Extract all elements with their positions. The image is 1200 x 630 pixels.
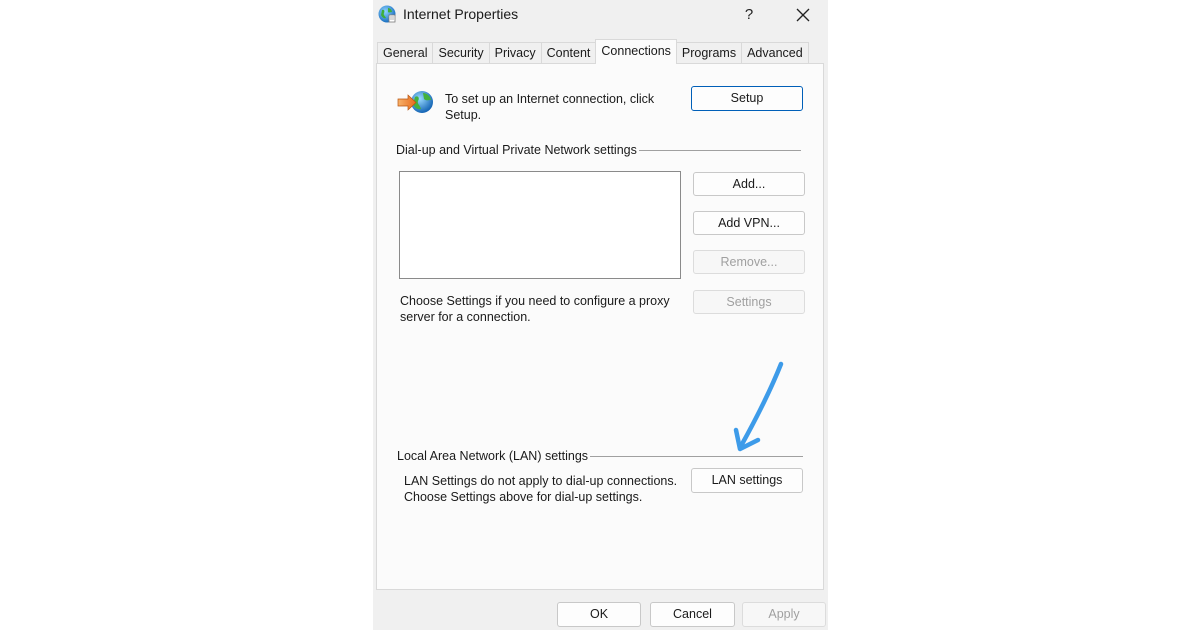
connections-list[interactable] [399,171,681,279]
setup-description: To set up an Internet connection, click … [445,92,655,122]
cancel-button[interactable]: Cancel [650,602,735,627]
lan-settings-button[interactable]: LAN settings [691,468,803,493]
tab-privacy[interactable]: Privacy [488,42,542,64]
ok-button[interactable]: OK [557,602,641,627]
apply-button[interactable]: Apply [742,602,826,627]
close-icon[interactable] [789,3,817,27]
tab-content[interactable]: Content [540,42,597,64]
tab-programs[interactable]: Programs [675,42,743,64]
network-setup-icon [397,91,433,113]
internet-properties-dialog: Internet Properties ? General Security P… [373,0,828,630]
setup-button[interactable]: Setup [691,86,803,111]
dialup-group-label: Dial-up and Virtual Private Network sett… [396,142,639,158]
tab-connections[interactable]: Connections [595,39,677,64]
tab-security[interactable]: Security [432,42,490,64]
lan-description: LAN Settings do not apply to dial-up con… [404,474,678,504]
window-title: Internet Properties [403,6,519,22]
remove-button[interactable]: Remove... [693,250,805,274]
settings-button[interactable]: Settings [693,290,805,314]
add-button[interactable]: Add... [693,172,805,196]
proxy-description: Choose Settings if you need to configure… [400,294,670,324]
add-vpn-button[interactable]: Add VPN... [693,211,805,235]
help-button[interactable]: ? [737,3,761,27]
tab-general[interactable]: General [377,42,434,64]
tab-strip: General Security Privacy Content Connect… [377,39,809,64]
title-bar: Internet Properties ? [373,0,828,30]
tab-advanced[interactable]: Advanced [741,42,809,64]
lan-group-label: Local Area Network (LAN) settings [397,448,591,464]
globe-icon [378,5,396,23]
connections-panel: To set up an Internet connection, click … [376,63,824,590]
annotation-arrow-icon [733,361,784,452]
